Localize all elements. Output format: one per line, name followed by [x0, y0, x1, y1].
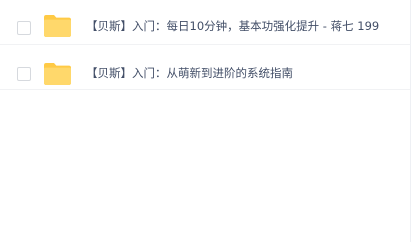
file-list: 【贝斯】入门：每日10分钟，基本功强化提升 - 蒋七 199 【贝斯】入门：从萌…: [0, 0, 411, 242]
folder-icon: [44, 63, 71, 85]
folder-icon: [44, 15, 71, 37]
file-row[interactable]: 【贝斯】入门：每日10分钟，基本功强化提升 - 蒋七 199: [0, 0, 410, 45]
file-row[interactable]: 【贝斯】入门：从萌新到进阶的系统指南: [0, 45, 410, 90]
file-name[interactable]: 【贝斯】入门：每日10分钟，基本功强化提升 - 蒋七 199: [86, 19, 379, 33]
file-name[interactable]: 【贝斯】入门：从萌新到进阶的系统指南: [86, 66, 293, 80]
row-checkbox[interactable]: [17, 21, 31, 35]
row-checkbox[interactable]: [17, 67, 31, 81]
